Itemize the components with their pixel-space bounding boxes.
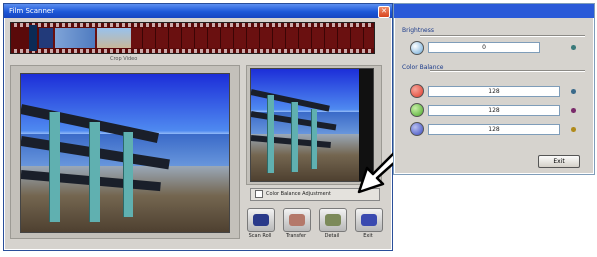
close-icon: ✕ xyxy=(381,7,387,15)
filmstrip-perforations-bottom xyxy=(11,49,374,53)
frame-caption: Crop Video xyxy=(110,56,138,62)
image-fence-post xyxy=(267,95,274,173)
main-preview-image[interactable] xyxy=(20,73,230,233)
brightness-field[interactable]: 0 xyxy=(428,42,540,53)
red-channel-field[interactable]: 128 xyxy=(428,86,560,97)
transfer-button[interactable] xyxy=(283,208,311,232)
brightness-icon xyxy=(410,41,424,55)
title-bar: Film Scanner ✕ xyxy=(4,4,392,18)
filmstrip-frame-thumbnail[interactable] xyxy=(39,28,53,48)
filmstrip-leader xyxy=(29,25,37,51)
disk-icon xyxy=(361,214,377,226)
close-button[interactable]: ✕ xyxy=(378,6,390,18)
brightness-separator xyxy=(420,35,585,37)
image-fence-post xyxy=(123,132,133,217)
filmstrip[interactable] xyxy=(10,22,375,54)
checkbox-label: Color Balance Adjustment xyxy=(266,191,331,197)
brightness-sun-icon xyxy=(570,44,577,51)
image-fence-post xyxy=(311,109,317,169)
filmstrip-perforations-top xyxy=(11,23,374,27)
detail-label: Detail xyxy=(324,233,340,239)
detail-button[interactable] xyxy=(319,208,347,232)
film-icon xyxy=(325,214,341,226)
exit-label: Exit xyxy=(363,233,373,239)
color-balance-separator xyxy=(430,70,585,72)
green-channel-icon xyxy=(410,103,424,117)
panel-title-bar xyxy=(394,4,594,18)
scan-roll-button[interactable] xyxy=(247,208,275,232)
red-channel-icon xyxy=(410,84,424,98)
exit-button[interactable] xyxy=(355,208,383,232)
image-fence-post xyxy=(89,122,100,222)
camera-icon xyxy=(253,214,269,226)
blue-channel-field[interactable]: 128 xyxy=(428,124,560,135)
photos-icon xyxy=(289,214,305,226)
image-fence-post xyxy=(291,102,298,172)
blue-channel-icon xyxy=(410,122,424,136)
blue-adjust-icon xyxy=(570,126,577,133)
green-channel-field[interactable]: 128 xyxy=(428,105,560,116)
filmstrip-frame-thumbnail[interactable] xyxy=(97,28,131,48)
window-title: Film Scanner xyxy=(9,7,55,15)
filmstrip-frame-thumbnail[interactable] xyxy=(55,28,95,48)
image-fence-post xyxy=(49,112,60,222)
checkbox-box[interactable] xyxy=(255,189,263,198)
scan-roll-label: Scan Roll xyxy=(248,233,272,239)
transfer-label: Transfer xyxy=(285,233,307,239)
red-adjust-icon xyxy=(570,88,577,95)
brightness-label: Brightness xyxy=(402,27,434,34)
green-adjust-icon xyxy=(570,107,577,114)
panel-exit-button[interactable]: Exit xyxy=(538,155,580,168)
